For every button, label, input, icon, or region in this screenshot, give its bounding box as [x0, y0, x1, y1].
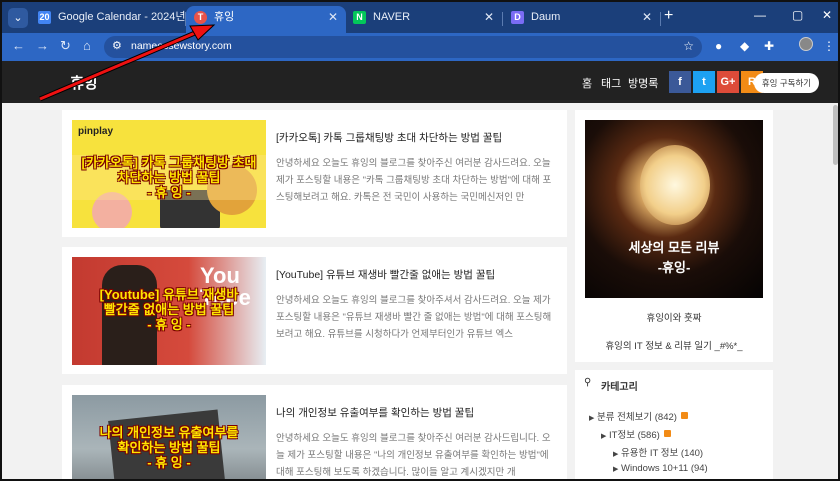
annotation-arrow — [39, 24, 216, 102]
browser-window: ⌄ 20 Google Calendar - 2024년 7월 T 휴잉 ✕ N… — [0, 0, 840, 481]
